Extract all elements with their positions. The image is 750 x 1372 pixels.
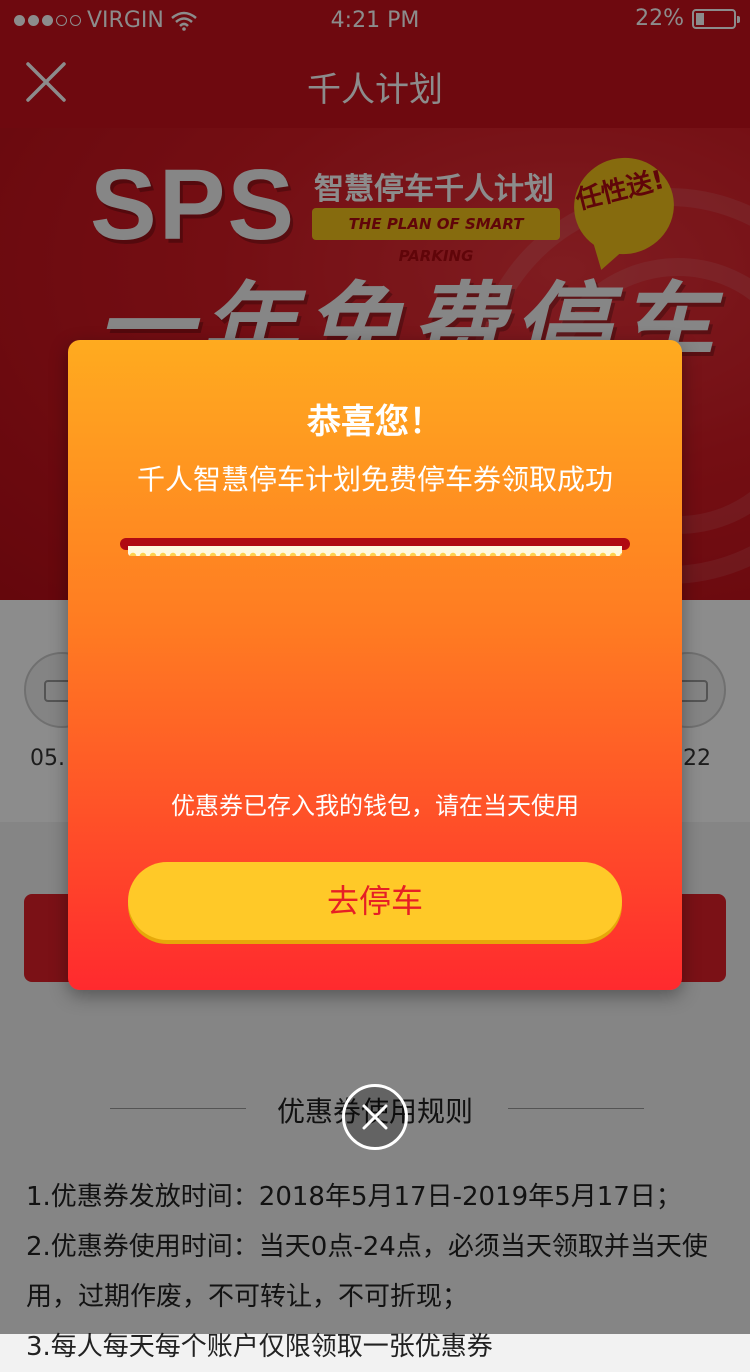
dialog-note: 优惠券已存入我的钱包，请在当天使用 — [171, 792, 579, 820]
dialog-subtitle: 千人智慧停车计划免费停车券领取成功 — [136, 463, 613, 496]
success-dialog: 恭喜您！ 千人智慧停车计划免费停车券领取成功 优惠券已存入我的钱包，请在当天使用… — [68, 340, 682, 990]
ticket-paper-edge — [128, 546, 622, 556]
go-parking-button[interactable]: 去停车 — [128, 862, 622, 940]
close-icon[interactable] — [342, 1084, 408, 1150]
dialog-title: 恭喜您！ — [307, 402, 443, 442]
